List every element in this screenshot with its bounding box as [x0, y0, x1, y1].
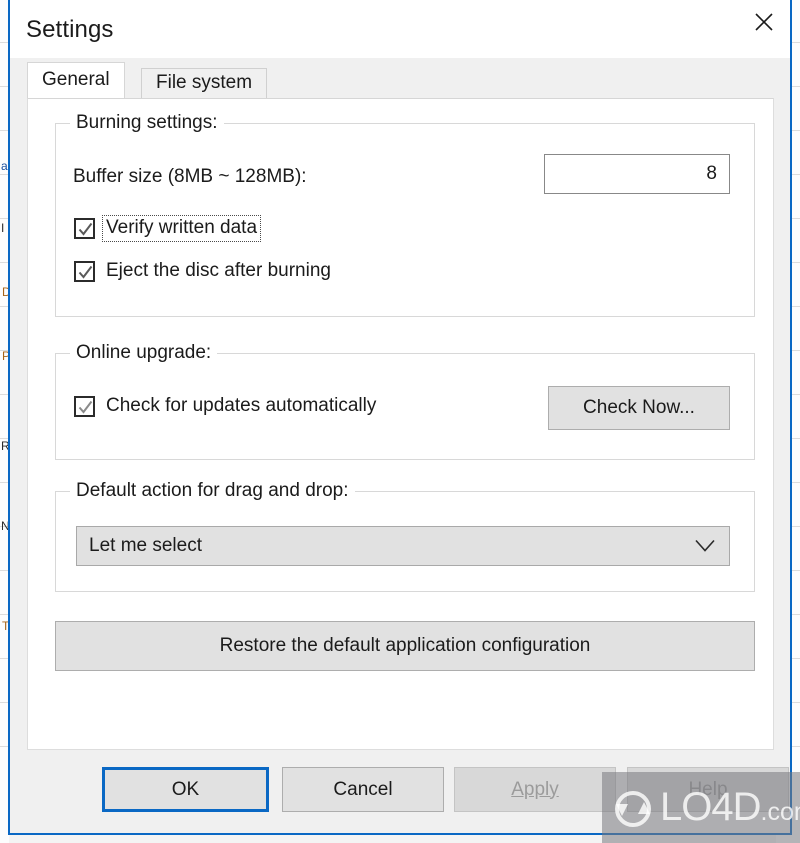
checkbox-eject-disc[interactable]: Eject the disc after burning [74, 259, 334, 284]
help-button: Help [627, 767, 789, 812]
check-now-button-label: Check Now... [583, 397, 695, 418]
title-bar: Settings [10, 0, 790, 58]
buffer-size-input[interactable]: 8 [544, 154, 730, 194]
checkmark-icon [78, 265, 93, 279]
checkbox-box [74, 261, 95, 282]
checkmark-icon [78, 222, 93, 236]
tab-file-system[interactable]: File system [141, 68, 268, 98]
ok-button[interactable]: OK [102, 767, 269, 812]
group-burning-legend: Burning settings: [70, 112, 224, 134]
chevron-down-icon [695, 539, 715, 553]
close-button[interactable] [738, 0, 790, 44]
restore-defaults-button[interactable]: Restore the default application configur… [55, 621, 755, 671]
checkmark-icon [78, 400, 93, 414]
group-burning-settings: Burning settings: Buffer size (8MB ~ 128… [55, 112, 755, 317]
dialog-footer: OK Cancel Apply Help [10, 750, 790, 833]
checkbox-eject-disc-label: Eject the disc after burning [106, 260, 331, 281]
ok-button-label: OK [171, 778, 200, 800]
group-online-upgrade: Online upgrade: Check for updates automa… [55, 342, 755, 460]
checkbox-verify-written-data[interactable]: Verify written data [74, 215, 262, 242]
drag-drop-action-select[interactable]: Let me select [76, 526, 730, 566]
close-icon [755, 13, 773, 31]
window-title: Settings [26, 16, 114, 43]
settings-dialog: Settings General File system Burning set… [8, 0, 792, 835]
checkbox-verify-written-data-label: Verify written data [101, 215, 262, 242]
cancel-button[interactable]: Cancel [282, 767, 444, 812]
background-text-fragment: a [1, 159, 8, 173]
checkbox-box [74, 218, 95, 239]
checkbox-box [74, 396, 95, 417]
group-drag-and-drop: Default action for drag and drop: Let me… [55, 480, 755, 592]
tab-general-label: General [42, 68, 110, 90]
cancel-button-label: Cancel [333, 778, 393, 800]
group-online-upgrade-legend: Online upgrade: [70, 342, 218, 364]
tab-file-system-label: File system [156, 71, 253, 93]
buffer-size-label: Buffer size (8MB ~ 128MB): [73, 166, 307, 187]
tab-general[interactable]: General [27, 62, 125, 98]
restore-defaults-button-label: Restore the default application configur… [219, 635, 591, 656]
tab-content-general: Burning settings: Buffer size (8MB ~ 128… [27, 98, 774, 750]
buffer-size-value: 8 [706, 163, 717, 184]
checkbox-check-updates-label: Check for updates automatically [106, 395, 377, 416]
apply-button: Apply [454, 767, 616, 812]
background-text-fragment: I [1, 221, 5, 235]
tab-strip: General File system [10, 58, 790, 98]
checkbox-check-updates-automatically[interactable]: Check for updates automatically [74, 394, 379, 419]
screen: a I D P R N T H S C S B Settings [0, 0, 800, 843]
drag-drop-action-value: Let me select [89, 535, 202, 556]
group-drag-and-drop-legend: Default action for drag and drop: [70, 480, 355, 502]
apply-button-label: Apply [511, 778, 559, 800]
check-now-button[interactable]: Check Now... [548, 386, 730, 430]
help-button-label: Help [688, 778, 728, 800]
